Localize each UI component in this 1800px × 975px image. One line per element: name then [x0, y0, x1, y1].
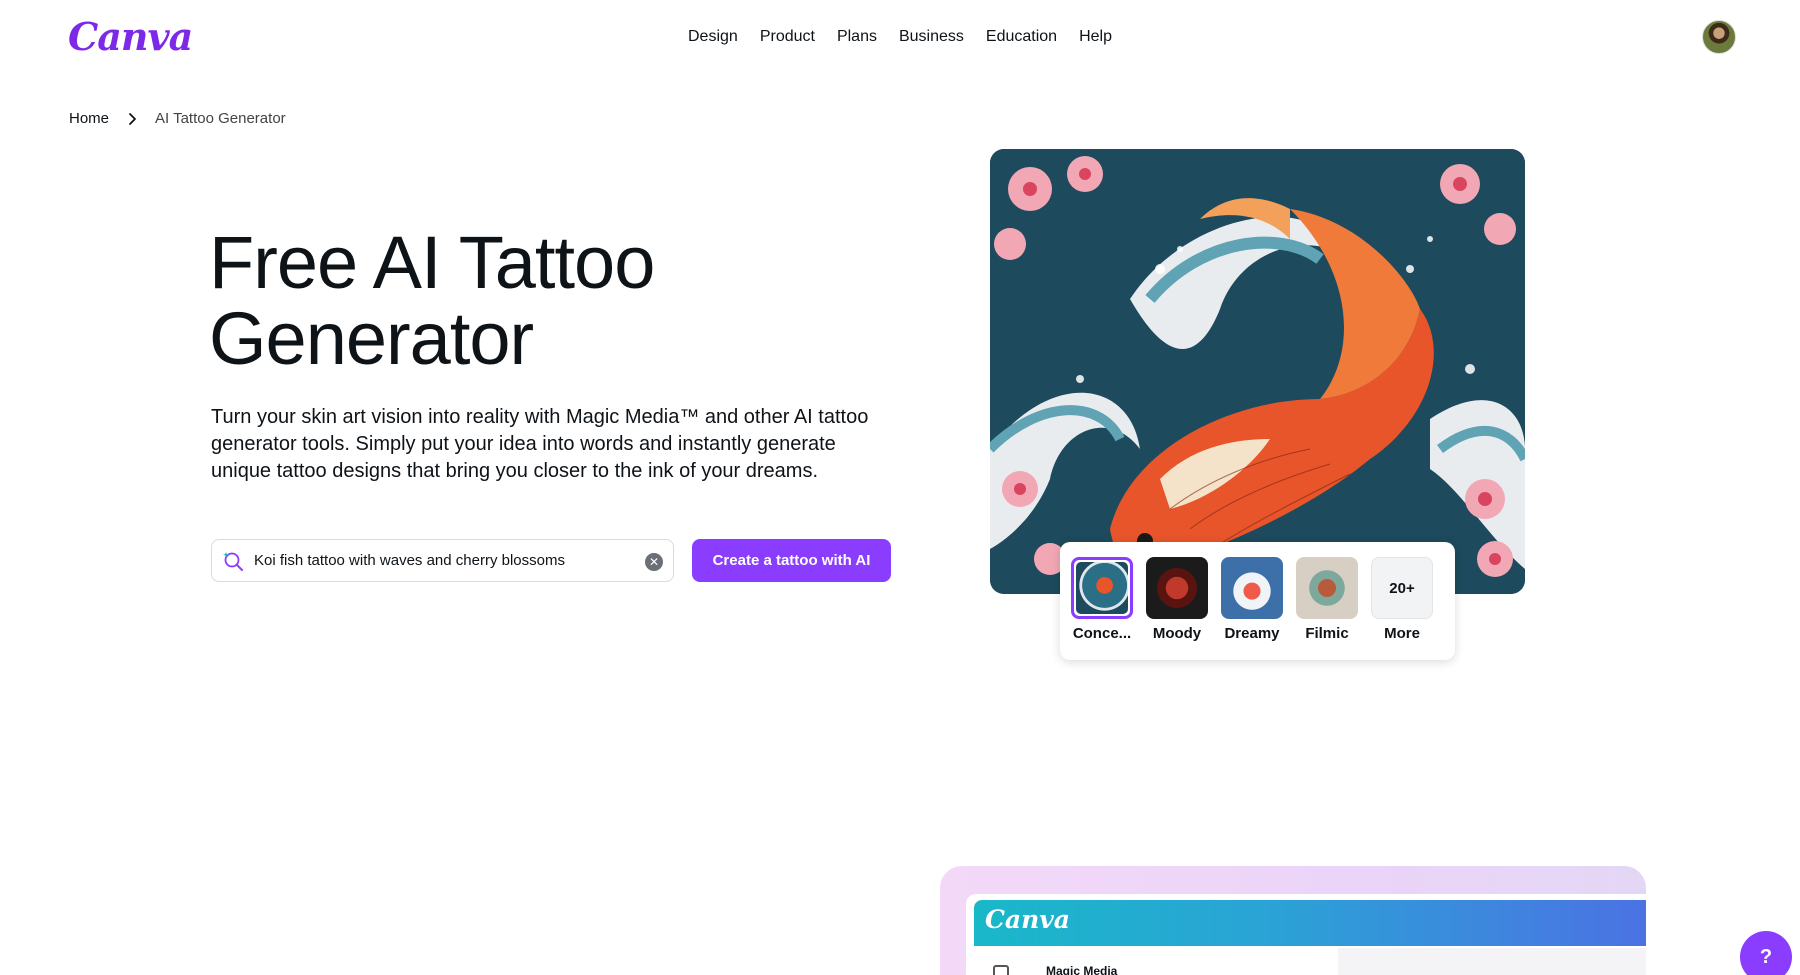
breadcrumb: Home AI Tattoo Generator [69, 110, 286, 127]
nav-product[interactable]: Product [760, 28, 815, 46]
help-button[interactable]: ? [1740, 931, 1792, 975]
clear-icon[interactable]: ✕ [645, 553, 663, 571]
preview-canva-logo: Canva [985, 905, 1070, 934]
style-thumbnail [1071, 557, 1133, 619]
main-nav: Design Product Plans Business Education … [688, 28, 1112, 46]
style-thumbnail [1146, 557, 1208, 619]
canva-logo[interactable]: Canva [68, 14, 193, 59]
hero-description: Turn your skin art vision into reality w… [211, 406, 869, 482]
create-tattoo-button[interactable]: Create a tattoo with AI [692, 539, 891, 582]
preview-canvas-area [1338, 948, 1646, 975]
style-option-filmic[interactable]: Filmic [1296, 557, 1358, 642]
chevron-right-icon [129, 112, 136, 125]
magic-search-icon [223, 552, 243, 571]
koi-tattoo-artwork [990, 149, 1525, 594]
preview-panel-label: Magic Media [1046, 964, 1118, 975]
style-label: Moody [1152, 625, 1202, 642]
style-picker: Conce... Moody Dreamy Filmic 20+ More [1060, 542, 1455, 660]
prompt-input[interactable] [254, 540, 634, 581]
editor-preview-header [974, 900, 1646, 946]
apps-icon [993, 965, 1009, 975]
nav-business[interactable]: Business [899, 28, 964, 46]
style-thumbnail [1296, 557, 1358, 619]
style-label: Dreamy [1224, 625, 1280, 642]
nav-help[interactable]: Help [1079, 28, 1112, 46]
style-label: More [1384, 625, 1420, 642]
user-avatar[interactable] [1702, 20, 1736, 54]
page-title: Free AI Tattoo Generator [209, 221, 655, 380]
style-thumbnail [1221, 557, 1283, 619]
nav-plans[interactable]: Plans [837, 28, 877, 46]
style-label: Filmic [1305, 625, 1349, 642]
top-navigation: Canva Design Product Plans Business Educ… [0, 0, 1800, 76]
style-option-dreamy[interactable]: Dreamy [1221, 557, 1283, 642]
breadcrumb-current: AI Tattoo Generator [155, 110, 286, 127]
more-styles-count: 20+ [1371, 557, 1433, 619]
style-label: Conce... [1072, 625, 1132, 642]
style-option-concept[interactable]: Conce... [1071, 557, 1133, 642]
style-option-more[interactable]: 20+ More [1371, 557, 1433, 642]
prompt-field: ✕ [211, 539, 674, 582]
nav-education[interactable]: Education [986, 28, 1057, 46]
nav-design[interactable]: Design [688, 28, 738, 46]
breadcrumb-home[interactable]: Home [69, 110, 109, 127]
style-option-moody[interactable]: Moody [1146, 557, 1208, 642]
